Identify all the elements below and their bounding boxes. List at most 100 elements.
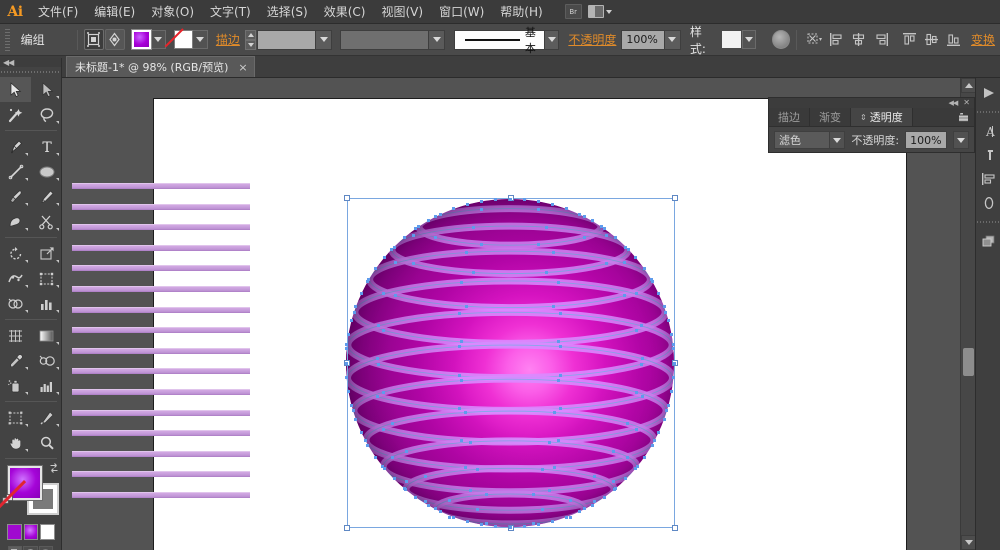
arrange-documents-button[interactable] [588,5,612,18]
direct-selection-tool[interactable] [31,77,62,102]
dock-paragraph-icon[interactable] [976,143,1000,167]
panel-tab-stroke[interactable]: 描边 [769,108,810,126]
panel-tab-transparency[interactable]: ⇕ 透明度 [851,108,913,126]
artboard-tool[interactable] [0,405,31,430]
scroll-up-button[interactable] [961,78,976,93]
magic-wand-tool[interactable] [0,102,31,127]
tools-panel-collapse[interactable]: ◀◀ [0,58,61,67]
bridge-icon[interactable]: Br [565,4,582,19]
blend-tool[interactable] [31,348,62,373]
dock-play-icon[interactable] [976,81,1000,105]
menu-edit[interactable]: 编辑(E) [86,0,143,24]
stroke-weight-stepper[interactable] [245,30,256,50]
transform-label[interactable]: 变换 [971,31,995,48]
draw-normal-button[interactable] [8,546,22,550]
gradient-button[interactable] [24,524,39,540]
draw-inside-button[interactable] [39,546,53,550]
selection-handle[interactable] [672,195,678,201]
stroke-weight-dropdown[interactable] [315,31,331,49]
fill-color-swatch[interactable] [132,30,151,49]
menu-select[interactable]: 选择(S) [259,0,316,24]
stroke-profile-dropdown[interactable] [428,31,444,49]
blend-mode-combo[interactable]: 滤色 [774,131,845,149]
shape-builder-tool[interactable] [0,291,31,316]
align-left-icon[interactable] [829,31,845,48]
align-center-horizontal-icon[interactable] [851,31,867,48]
align-right-icon[interactable] [873,31,889,48]
menu-effect[interactable]: 效果(C) [316,0,374,24]
dock-appearance-icon[interactable] [976,191,1000,215]
dock-grip-1[interactable] [976,108,1000,116]
menu-view[interactable]: 视图(V) [373,0,431,24]
dock-layers-icon[interactable] [976,229,1000,253]
selection-handle[interactable] [344,525,350,531]
pencil-tool[interactable] [31,184,62,209]
graphic-style-dropdown[interactable] [742,30,756,49]
scale-tool[interactable] [31,241,62,266]
brush-definition-dropdown[interactable] [544,31,558,49]
align-center-vertical-icon[interactable] [924,31,940,48]
scissors-tool[interactable] [31,209,62,234]
slice-tool[interactable] [31,405,62,430]
eyedropper-tool[interactable] [0,348,31,373]
tools-panel-grip[interactable] [0,67,61,77]
scroll-down-button[interactable] [961,535,976,550]
menu-window[interactable]: 窗口(W) [431,0,492,24]
hand-tool[interactable] [0,430,31,455]
line-segment-tool[interactable] [0,159,31,184]
menu-object[interactable]: 对象(O) [143,0,202,24]
none-button[interactable] [40,524,55,540]
graph-tool[interactable] [31,373,62,398]
align-to-selection-icon[interactable] [806,31,822,48]
select-behind-button[interactable] [105,29,125,50]
blend-mode-dropdown[interactable] [829,132,844,148]
pen-tool[interactable] [0,134,31,159]
brush-definition-combo[interactable]: 基本 [454,30,559,50]
opacity-mask-button[interactable] [772,30,790,49]
column-graph-tool[interactable] [31,291,62,316]
rotate-tool[interactable] [0,241,31,266]
stroke-label[interactable]: 描边 [216,31,240,48]
panel-opacity-dropdown[interactable] [953,131,969,149]
close-icon[interactable]: ✕ [963,99,970,107]
type-tool[interactable]: T [31,134,62,159]
selection-handle[interactable] [344,195,350,201]
align-bottom-icon[interactable] [946,31,962,48]
swap-fill-stroke-icon[interactable] [48,462,60,474]
draw-behind-button[interactable] [23,546,37,550]
panel-menu-icon[interactable] [956,108,974,126]
symbol-sprayer-tool[interactable] [0,373,31,398]
graphic-style-swatch[interactable] [721,30,742,49]
align-top-icon[interactable] [901,31,917,48]
ellipse-tool[interactable] [31,159,62,184]
stepper-up[interactable] [245,30,256,40]
fill-swatch-dropdown[interactable] [151,30,166,49]
width-tool[interactable] [0,266,31,291]
lasso-tool[interactable] [31,102,62,127]
control-bar-grip[interactable] [3,29,12,51]
collapse-panel-icon[interactable]: ◀◀ [949,100,958,107]
close-icon[interactable]: × [238,61,247,74]
stroke-profile-combo[interactable] [340,30,445,50]
gradient-tool[interactable] [31,323,62,348]
selection-tool[interactable] [0,77,31,102]
opacity-dropdown[interactable] [664,31,680,49]
mesh-tool[interactable] [0,323,31,348]
stroke-swatch-dropdown[interactable] [193,30,208,49]
document-tab[interactable]: 未标题-1* @ 98% (RGB/预览) × [66,56,255,77]
stroke-weight-combo[interactable] [257,30,332,50]
free-transform-tool[interactable] [31,266,62,291]
menu-file[interactable]: 文件(F) [30,0,86,24]
stepper-down[interactable] [245,40,256,50]
panel-title-bar[interactable]: ◀◀ ✕ [769,98,974,108]
stroke-color-swatch[interactable] [174,30,193,49]
opacity-combo[interactable]: 100% [621,30,680,50]
isolate-selected-object-button[interactable] [84,29,104,50]
dock-character-icon[interactable]: A [976,119,1000,143]
dock-grip-2[interactable] [976,218,1000,226]
blob-brush-tool[interactable] [0,209,31,234]
selection-handle[interactable] [672,525,678,531]
opacity-label[interactable]: 不透明度 [568,31,616,48]
dock-align-icon[interactable] [976,167,1000,191]
zoom-tool[interactable] [31,430,62,455]
